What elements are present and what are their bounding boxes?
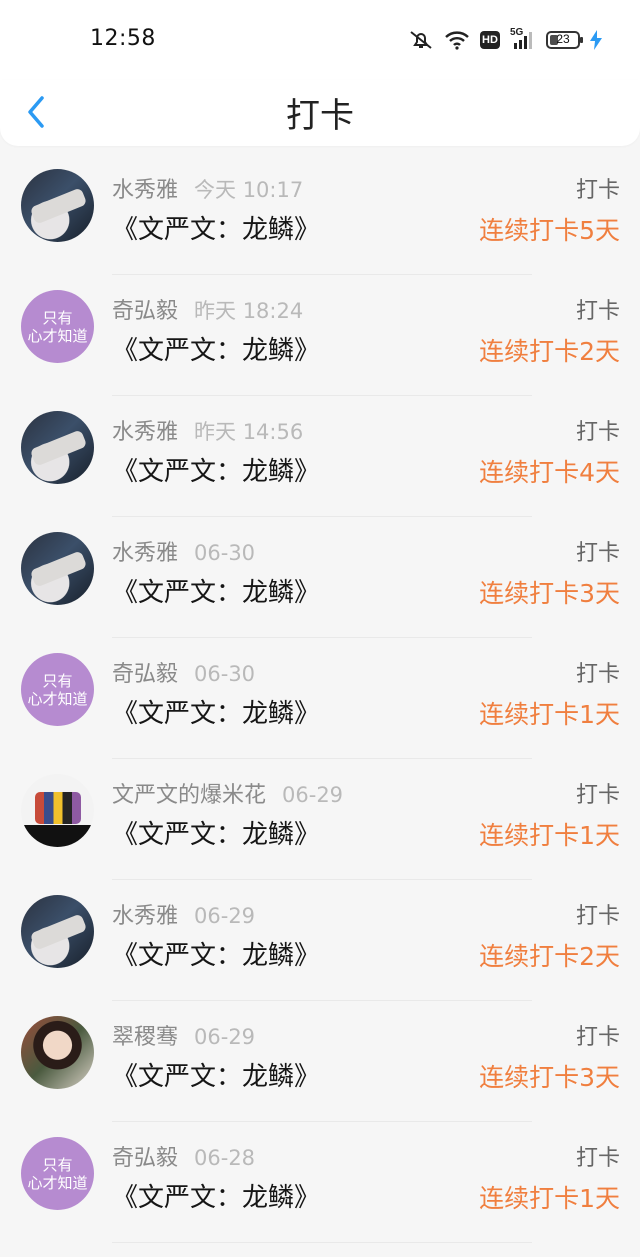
- avatar-text: 只有: [42, 671, 73, 690]
- streak-label: 连续打卡1天: [479, 821, 620, 850]
- user-name[interactable]: 奇弘毅: [112, 1146, 178, 1171]
- book-title: 《文严文：龙鳞》: [112, 215, 321, 245]
- page-title: 打卡: [286, 96, 354, 136]
- streak-label: 连续打卡1天: [479, 1184, 620, 1213]
- avatar[interactable]: [21, 1016, 94, 1089]
- checkin-list: 水秀雅 今天 10:17 《文严文：龙鳞》 打卡 连续打卡5天 只有 心才知道 奇弘…: [0, 154, 640, 1243]
- list-item[interactable]: 水秀雅 06-29 《文严文：龙鳞》 打卡 连续打卡2天: [0, 880, 640, 1001]
- battery-icon: 23: [546, 31, 583, 49]
- avatar[interactable]: 只有 心才知道: [21, 1137, 94, 1210]
- streak-label: 连续打卡2天: [479, 942, 620, 971]
- item-time: 06-28: [194, 1146, 256, 1170]
- avatar-text: 心才知道: [27, 326, 88, 345]
- status-time: 12:58: [90, 26, 156, 51]
- book-title: 《文严文：龙鳞》: [112, 941, 321, 971]
- user-name[interactable]: 奇弘毅: [112, 662, 178, 687]
- checkin-type: 打卡: [575, 541, 620, 566]
- checkin-type: 打卡: [575, 178, 620, 203]
- streak-label: 连续打卡2天: [479, 337, 620, 366]
- avatar[interactable]: [21, 411, 94, 484]
- checkin-type: 打卡: [575, 1025, 620, 1050]
- book-title: 《文严文：龙鳞》: [112, 820, 321, 850]
- user-name[interactable]: 奇弘毅: [112, 299, 178, 324]
- item-time: 06-29: [194, 1025, 256, 1049]
- user-name[interactable]: 水秀雅: [112, 420, 178, 445]
- list-item[interactable]: 水秀雅 昨天 14:56 《文严文：龙鳞》 打卡 连续打卡4天: [0, 396, 640, 517]
- user-name[interactable]: 翠稷骞: [112, 1025, 178, 1050]
- avatar-text: 只有: [42, 1155, 73, 1174]
- checkin-type: 打卡: [575, 662, 620, 687]
- checkin-type: 打卡: [575, 420, 620, 445]
- streak-label: 连续打卡5天: [479, 216, 620, 245]
- streak-label: 连续打卡1天: [479, 700, 620, 729]
- item-time: 06-30: [194, 662, 256, 686]
- mute-bell-icon: [408, 29, 434, 51]
- item-time: 06-30: [194, 541, 256, 565]
- avatar[interactable]: [21, 532, 94, 605]
- avatar-text: 只有: [42, 308, 73, 327]
- streak-label: 连续打卡3天: [479, 1063, 620, 1092]
- item-time: 昨天 18:24: [194, 299, 304, 323]
- book-title: 《文严文：龙鳞》: [112, 457, 321, 487]
- book-title: 《文严文：龙鳞》: [112, 578, 321, 608]
- checkin-type: 打卡: [575, 904, 620, 929]
- divider: [112, 1242, 532, 1243]
- status-icons: HD 5G 23: [408, 26, 602, 54]
- streak-label: 连续打卡3天: [479, 579, 620, 608]
- avatar-text: 心才知道: [27, 1173, 88, 1192]
- user-name[interactable]: 水秀雅: [112, 904, 178, 929]
- avatar-text: 心才知道: [27, 689, 88, 708]
- list-item[interactable]: 翠稷骞 06-29 《文严文：龙鳞》 打卡 连续打卡3天: [0, 1001, 640, 1122]
- wifi-icon: [444, 30, 470, 50]
- item-time: 昨天 14:56: [194, 420, 304, 444]
- book-title: 《文严文：龙鳞》: [112, 1183, 321, 1213]
- list-item[interactable]: 文严文的爆米花 06-29 《文严文：龙鳞》 打卡 连续打卡1天: [0, 759, 640, 880]
- item-time: 06-29: [282, 783, 344, 807]
- checkin-type: 打卡: [575, 783, 620, 808]
- nav-bar: 打卡: [0, 80, 640, 146]
- list-item[interactable]: 只有 心才知道 奇弘毅 06-28 《文严文：龙鳞》 打卡 连续打卡1天: [0, 1122, 640, 1243]
- list-item[interactable]: 只有 心才知道 奇弘毅 昨天 18:24 《文严文：龙鳞》 打卡 连续打卡2天: [0, 275, 640, 396]
- status-bar: 12:58 HD 5G 23: [0, 0, 640, 80]
- item-time: 今天 10:17: [194, 178, 304, 202]
- avatar[interactable]: 只有 心才知道: [21, 653, 94, 726]
- book-title: 《文严文：龙鳞》: [112, 699, 321, 729]
- signal-icon: 5G: [510, 27, 536, 51]
- user-name[interactable]: 文严文的爆米花: [112, 783, 266, 808]
- item-time: 06-29: [194, 904, 256, 928]
- user-name[interactable]: 水秀雅: [112, 541, 178, 566]
- book-title: 《文严文：龙鳞》: [112, 336, 321, 366]
- streak-label: 连续打卡4天: [479, 458, 620, 487]
- avatar[interactable]: [21, 169, 94, 242]
- avatar[interactable]: [21, 774, 94, 847]
- list-item[interactable]: 水秀雅 今天 10:17 《文严文：龙鳞》 打卡 连续打卡5天: [0, 154, 640, 275]
- battery-level: 23: [556, 32, 570, 46]
- avatar[interactable]: [21, 895, 94, 968]
- list-item[interactable]: 水秀雅 06-30 《文严文：龙鳞》 打卡 连续打卡3天: [0, 517, 640, 638]
- list-item[interactable]: 只有 心才知道 奇弘毅 06-30 《文严文：龙鳞》 打卡 连续打卡1天: [0, 638, 640, 759]
- hd-badge-icon: HD: [480, 31, 500, 49]
- book-title: 《文严文：龙鳞》: [112, 1062, 321, 1092]
- user-name[interactable]: 水秀雅: [112, 178, 178, 203]
- checkin-type: 打卡: [575, 1146, 620, 1171]
- charging-bolt-icon: [590, 30, 602, 50]
- checkin-type: 打卡: [575, 299, 620, 324]
- avatar[interactable]: 只有 心才知道: [21, 290, 94, 363]
